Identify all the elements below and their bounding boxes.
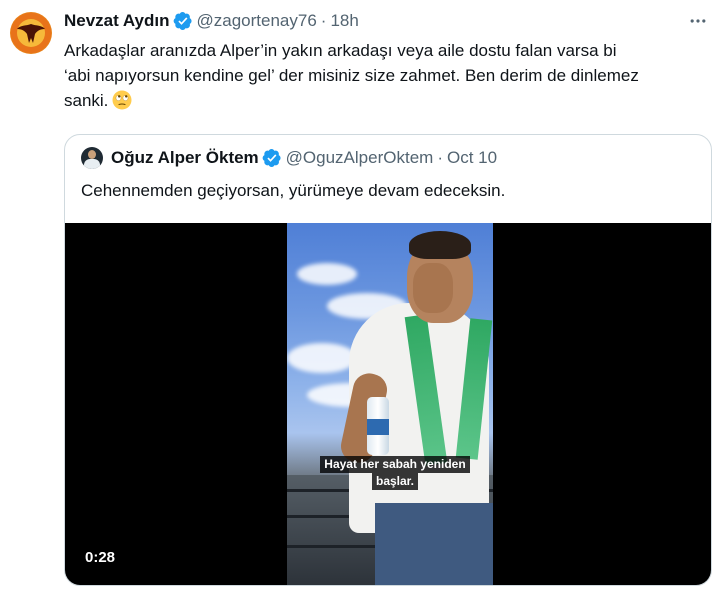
separator-dot: ·	[437, 148, 443, 167]
quoted-tweet-timestamp[interactable]: Oct 10	[447, 148, 497, 168]
video-subtitle-line: başlar.	[371, 473, 419, 490]
quoted-tweet-header: Oğuz Alper Öktem @OguzAlperOktem · Oct 1…	[81, 147, 497, 169]
verified-badge-icon[interactable]	[173, 11, 193, 31]
tweet-text-last: sanki.	[64, 91, 109, 110]
tweet-text-line: Arkadaşlar aranızda Alper’in yakın arkad…	[64, 41, 617, 60]
more-options-icon[interactable]	[687, 10, 709, 32]
quoted-author-avatar[interactable]	[81, 147, 103, 169]
quoted-tweet-text: Cehennemden geçiyorsan, yürümeye devam e…	[81, 181, 506, 200]
verified-badge-icon[interactable]	[262, 148, 282, 168]
quoted-author-handle[interactable]: @OguzAlperOktem	[286, 148, 434, 168]
author-handle[interactable]: @zagortenay76	[197, 11, 317, 31]
author-name[interactable]: Nevzat Aydın	[64, 11, 170, 31]
video-subtitle-line: Hayat her sabah yeniden	[320, 456, 470, 473]
avatar-icon	[11, 13, 51, 53]
tweet-header: Nevzat Aydın @zagortenay76 · 18h	[64, 10, 359, 32]
separator-dot: ·	[320, 11, 327, 30]
tweet-text: Arkadaşlar aranızda Alper’in yakın arkad…	[64, 38, 714, 113]
video-duration: 0:28	[85, 549, 116, 566]
tweet-text-line: ‘abi napıyorsun kendine gel’ der misiniz…	[64, 66, 639, 85]
video-player[interactable]: Hayat her sabah yeniden başlar. 0:28	[65, 223, 711, 585]
tweet-timestamp[interactable]: 18h	[330, 11, 358, 31]
video-frame: Hayat her sabah yeniden başlar.	[287, 223, 493, 585]
quoted-author-name[interactable]: Oğuz Alper Öktem	[111, 148, 259, 168]
video-subtitle: Hayat her sabah yeniden başlar.	[309, 456, 481, 490]
rolling-eyes-emoji	[112, 90, 132, 110]
author-avatar[interactable]	[10, 12, 52, 54]
quoted-tweet[interactable]: Oğuz Alper Öktem @OguzAlperOktem · Oct 1…	[64, 134, 712, 586]
tweet-text-line: sanki.	[64, 88, 714, 113]
